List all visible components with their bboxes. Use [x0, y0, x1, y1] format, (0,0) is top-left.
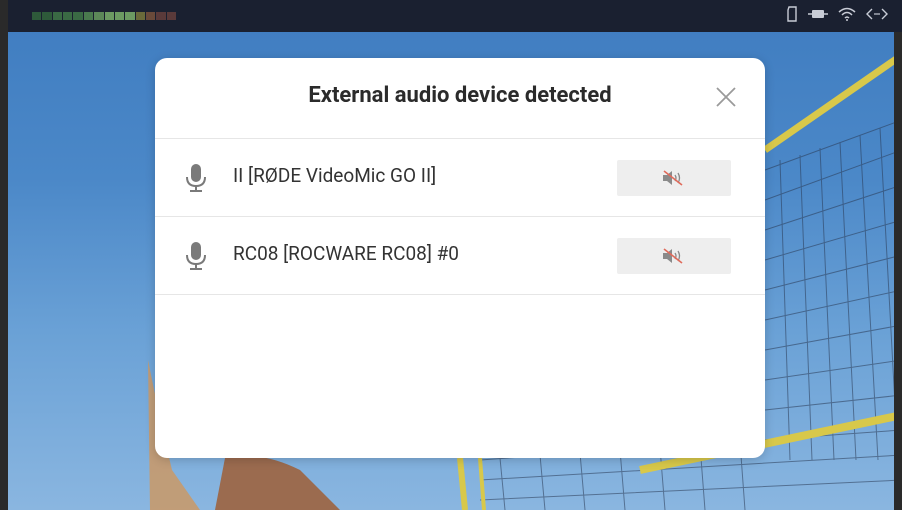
- external-audio-dialog: External audio device detected II [RØDE …: [155, 58, 765, 458]
- device-row-rc08: RC08 [ROCWARE RC08] #0: [155, 217, 765, 295]
- microphone-icon: [186, 242, 206, 270]
- wifi-icon: [838, 7, 856, 21]
- close-button[interactable]: [715, 86, 737, 108]
- audio-level-meter: [32, 12, 177, 20]
- mute-toggle-button[interactable]: [617, 238, 731, 274]
- speaker-muted-icon: [663, 248, 683, 264]
- battery-plug-icon: [808, 7, 828, 21]
- code-brackets-icon: [866, 7, 888, 21]
- device-row-rode: II [RØDE VideoMic GO II]: [155, 139, 765, 217]
- left-edge: [0, 0, 8, 510]
- close-icon: [716, 87, 736, 107]
- status-bar: [8, 0, 902, 32]
- device-name: II [RØDE VideoMic GO II]: [233, 164, 437, 187]
- right-edge: [894, 0, 902, 510]
- microphone-icon: [186, 164, 206, 192]
- dialog-header: External audio device detected: [155, 58, 765, 139]
- dialog-title: External audio device detected: [308, 83, 612, 108]
- device-name: RC08 [ROCWARE RC08] #0: [233, 242, 459, 265]
- speaker-muted-icon: [663, 170, 683, 186]
- sd-card-icon: [786, 6, 798, 22]
- mute-toggle-button[interactable]: [617, 160, 731, 196]
